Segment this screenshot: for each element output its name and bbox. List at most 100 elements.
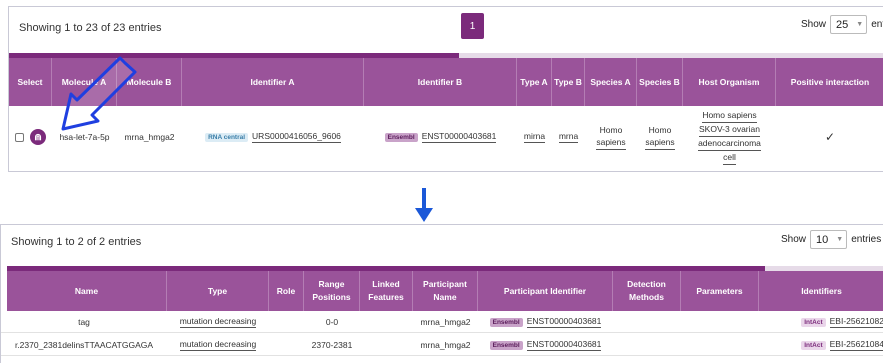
- table-row: ⋒ hsa-let-7a-5p mrna_hmga2 RNA central U…: [9, 106, 883, 168]
- ensembl-badge: Ensembl: [489, 317, 523, 327]
- identifier-a-link[interactable]: URS0000416056_9606: [252, 131, 341, 143]
- species-a-cell: Homo sapiens: [585, 106, 637, 168]
- participant-identifier-cell: Ensembl ENST00000403681: [478, 312, 613, 332]
- identifier-link[interactable]: EBI-25621084: [829, 339, 883, 351]
- host-organism-cell: Homo sapiens SKOV-3 ovarian adenocarcino…: [683, 106, 776, 168]
- screenshot: Showing 1 to 23 of 23 entries 1 Show 25 …: [0, 0, 883, 363]
- chevron-down-icon: ▼: [836, 236, 844, 243]
- species-b-line: sapiens: [645, 136, 675, 150]
- col-identifiers[interactable]: Identifiers: [759, 271, 883, 311]
- col-select[interactable]: Select: [9, 58, 52, 106]
- parameters-cell: [681, 312, 759, 332]
- linked-features-cell: [360, 312, 413, 332]
- interactions-table-panel: Showing 1 to 23 of 23 entries 1 Show 25 …: [8, 6, 883, 172]
- col-range-positions[interactable]: Range Positions: [304, 271, 360, 311]
- host-line: Homo sapiens: [702, 109, 757, 123]
- col-identifier-a[interactable]: Identifier A: [182, 58, 364, 106]
- range-cell: 2370-2381: [311, 340, 353, 350]
- arrow-down-icon: [415, 188, 433, 222]
- entries-label: entries: [871, 19, 883, 30]
- ensembl-badge: Ensembl: [384, 132, 418, 142]
- participant-name-cell: mrna_hmga2: [420, 317, 471, 327]
- range-cell: 0-0: [325, 317, 339, 327]
- identifier-a-cell: RNA central URS0000416056_9606: [182, 106, 364, 168]
- host-organism-link[interactable]: Homo sapiens SKOV-3 ovarian adenocarcino…: [698, 109, 761, 165]
- show-label: Show: [801, 19, 827, 30]
- species-b-line: Homo: [648, 125, 672, 135]
- linked-features-cell: [360, 335, 413, 355]
- identifier-b-cell: Ensembl ENST00000403681: [364, 106, 517, 168]
- molecule-viewer-icon[interactable]: ⋒: [30, 129, 46, 145]
- detection-methods-cell: [613, 312, 681, 332]
- col-participant-name[interactable]: Participant Name: [413, 271, 478, 311]
- table-row: tag mutation decreasing 0-0 mrna_hmga2 E…: [1, 312, 883, 333]
- col-species-a[interactable]: Species A: [585, 58, 637, 106]
- identifier-link[interactable]: EBI-25621082: [829, 316, 883, 328]
- type-b-cell: mrna: [552, 106, 585, 168]
- identifiers-cell: IntAct EBI-25621082: [759, 312, 883, 332]
- species-a-link[interactable]: Homo sapiens: [596, 124, 626, 150]
- table-info: Showing 1 to 2 of 2 entries: [11, 236, 142, 248]
- page-length-select[interactable]: 25 ▼: [830, 15, 868, 34]
- intact-badge: IntAct: [801, 317, 826, 327]
- table-header: Name Type Role Range Positions Linked Fe…: [7, 271, 883, 311]
- chevron-down-icon: ▼: [856, 21, 864, 28]
- species-b-link[interactable]: Homo sapiens: [645, 124, 675, 150]
- name-cell: r.2370_2381delinsTTAACATGGAGA: [14, 340, 154, 350]
- col-linked-features[interactable]: Linked Features: [360, 271, 413, 311]
- name-cell: tag: [78, 317, 90, 327]
- col-type[interactable]: Type: [167, 271, 269, 311]
- entries-label: entries: [851, 234, 882, 245]
- col-role[interactable]: Role: [269, 271, 304, 311]
- features-table-panel: Showing 1 to 2 of 2 entries Show 10 ▼ en…: [0, 224, 883, 363]
- pagination-page-1[interactable]: 1: [461, 13, 484, 39]
- species-a-line: sapiens: [596, 136, 626, 150]
- type-cell: mutation decreasing: [167, 312, 269, 332]
- page-length-control: Show 10 ▼ entries: [781, 230, 881, 249]
- role-cell: [269, 312, 304, 332]
- table-info: Showing 1 to 23 of 23 entries: [19, 22, 162, 34]
- molecule-b-cell: mrna_hmga2: [124, 132, 175, 142]
- host-line: SKOV-3 ovarian: [699, 123, 760, 137]
- participant-identifier-cell: Ensembl ENST00000403681: [478, 335, 613, 355]
- col-species-b[interactable]: Species B: [637, 58, 683, 106]
- page-length-value: 25: [836, 18, 849, 31]
- molecule-a-cell: hsa-let-7a-5p: [59, 132, 110, 142]
- detection-methods-cell: [613, 335, 681, 355]
- page-length-value: 10: [816, 233, 829, 246]
- parameters-cell: [681, 335, 759, 355]
- col-name[interactable]: Name: [7, 271, 167, 311]
- page-length-control: Show 25 ▼ entries: [801, 15, 883, 34]
- type-link[interactable]: mutation decreasing: [179, 316, 257, 328]
- page-length-select[interactable]: 10 ▼: [810, 230, 848, 249]
- select-cell: ⋒: [9, 106, 52, 168]
- intact-badge: IntAct: [801, 340, 826, 350]
- identifier-b-link[interactable]: ENST00000403681: [421, 131, 497, 143]
- rnacentral-badge: RNA central: [205, 132, 249, 142]
- participant-identifier-link[interactable]: ENST00000403681: [526, 339, 602, 351]
- col-type-a[interactable]: Type A: [517, 58, 552, 106]
- col-positive-interaction[interactable]: Positive interaction: [776, 58, 883, 106]
- col-detection-methods[interactable]: Detection Methods: [613, 271, 681, 311]
- col-molecule-b[interactable]: Molecule B: [117, 58, 182, 106]
- col-type-b[interactable]: Type B: [552, 58, 585, 106]
- col-molecule-a[interactable]: Molecule A: [52, 58, 117, 106]
- type-b-link[interactable]: mrna: [558, 131, 579, 143]
- species-b-cell: Homo sapiens: [637, 106, 683, 168]
- type-cell: mutation decreasing: [167, 335, 269, 355]
- participant-identifier-link[interactable]: ENST00000403681: [526, 316, 602, 328]
- type-a-link[interactable]: mirna: [523, 131, 546, 143]
- type-link[interactable]: mutation decreasing: [179, 339, 257, 351]
- col-identifier-b[interactable]: Identifier B: [364, 58, 517, 106]
- row-checkbox[interactable]: [15, 132, 24, 142]
- col-host-organism[interactable]: Host Organism: [683, 58, 776, 106]
- show-label: Show: [781, 234, 807, 245]
- role-cell: [269, 335, 304, 355]
- ensembl-badge: Ensembl: [489, 340, 523, 350]
- host-line: cell: [723, 151, 736, 165]
- col-participant-identifier[interactable]: Participant Identifier: [478, 271, 613, 311]
- species-a-line: Homo: [599, 125, 623, 135]
- table-row: r.2370_2381delinsTTAACATGGAGA mutation d…: [1, 335, 883, 356]
- col-parameters[interactable]: Parameters: [681, 271, 759, 311]
- participant-name-cell: mrna_hmga2: [420, 340, 471, 350]
